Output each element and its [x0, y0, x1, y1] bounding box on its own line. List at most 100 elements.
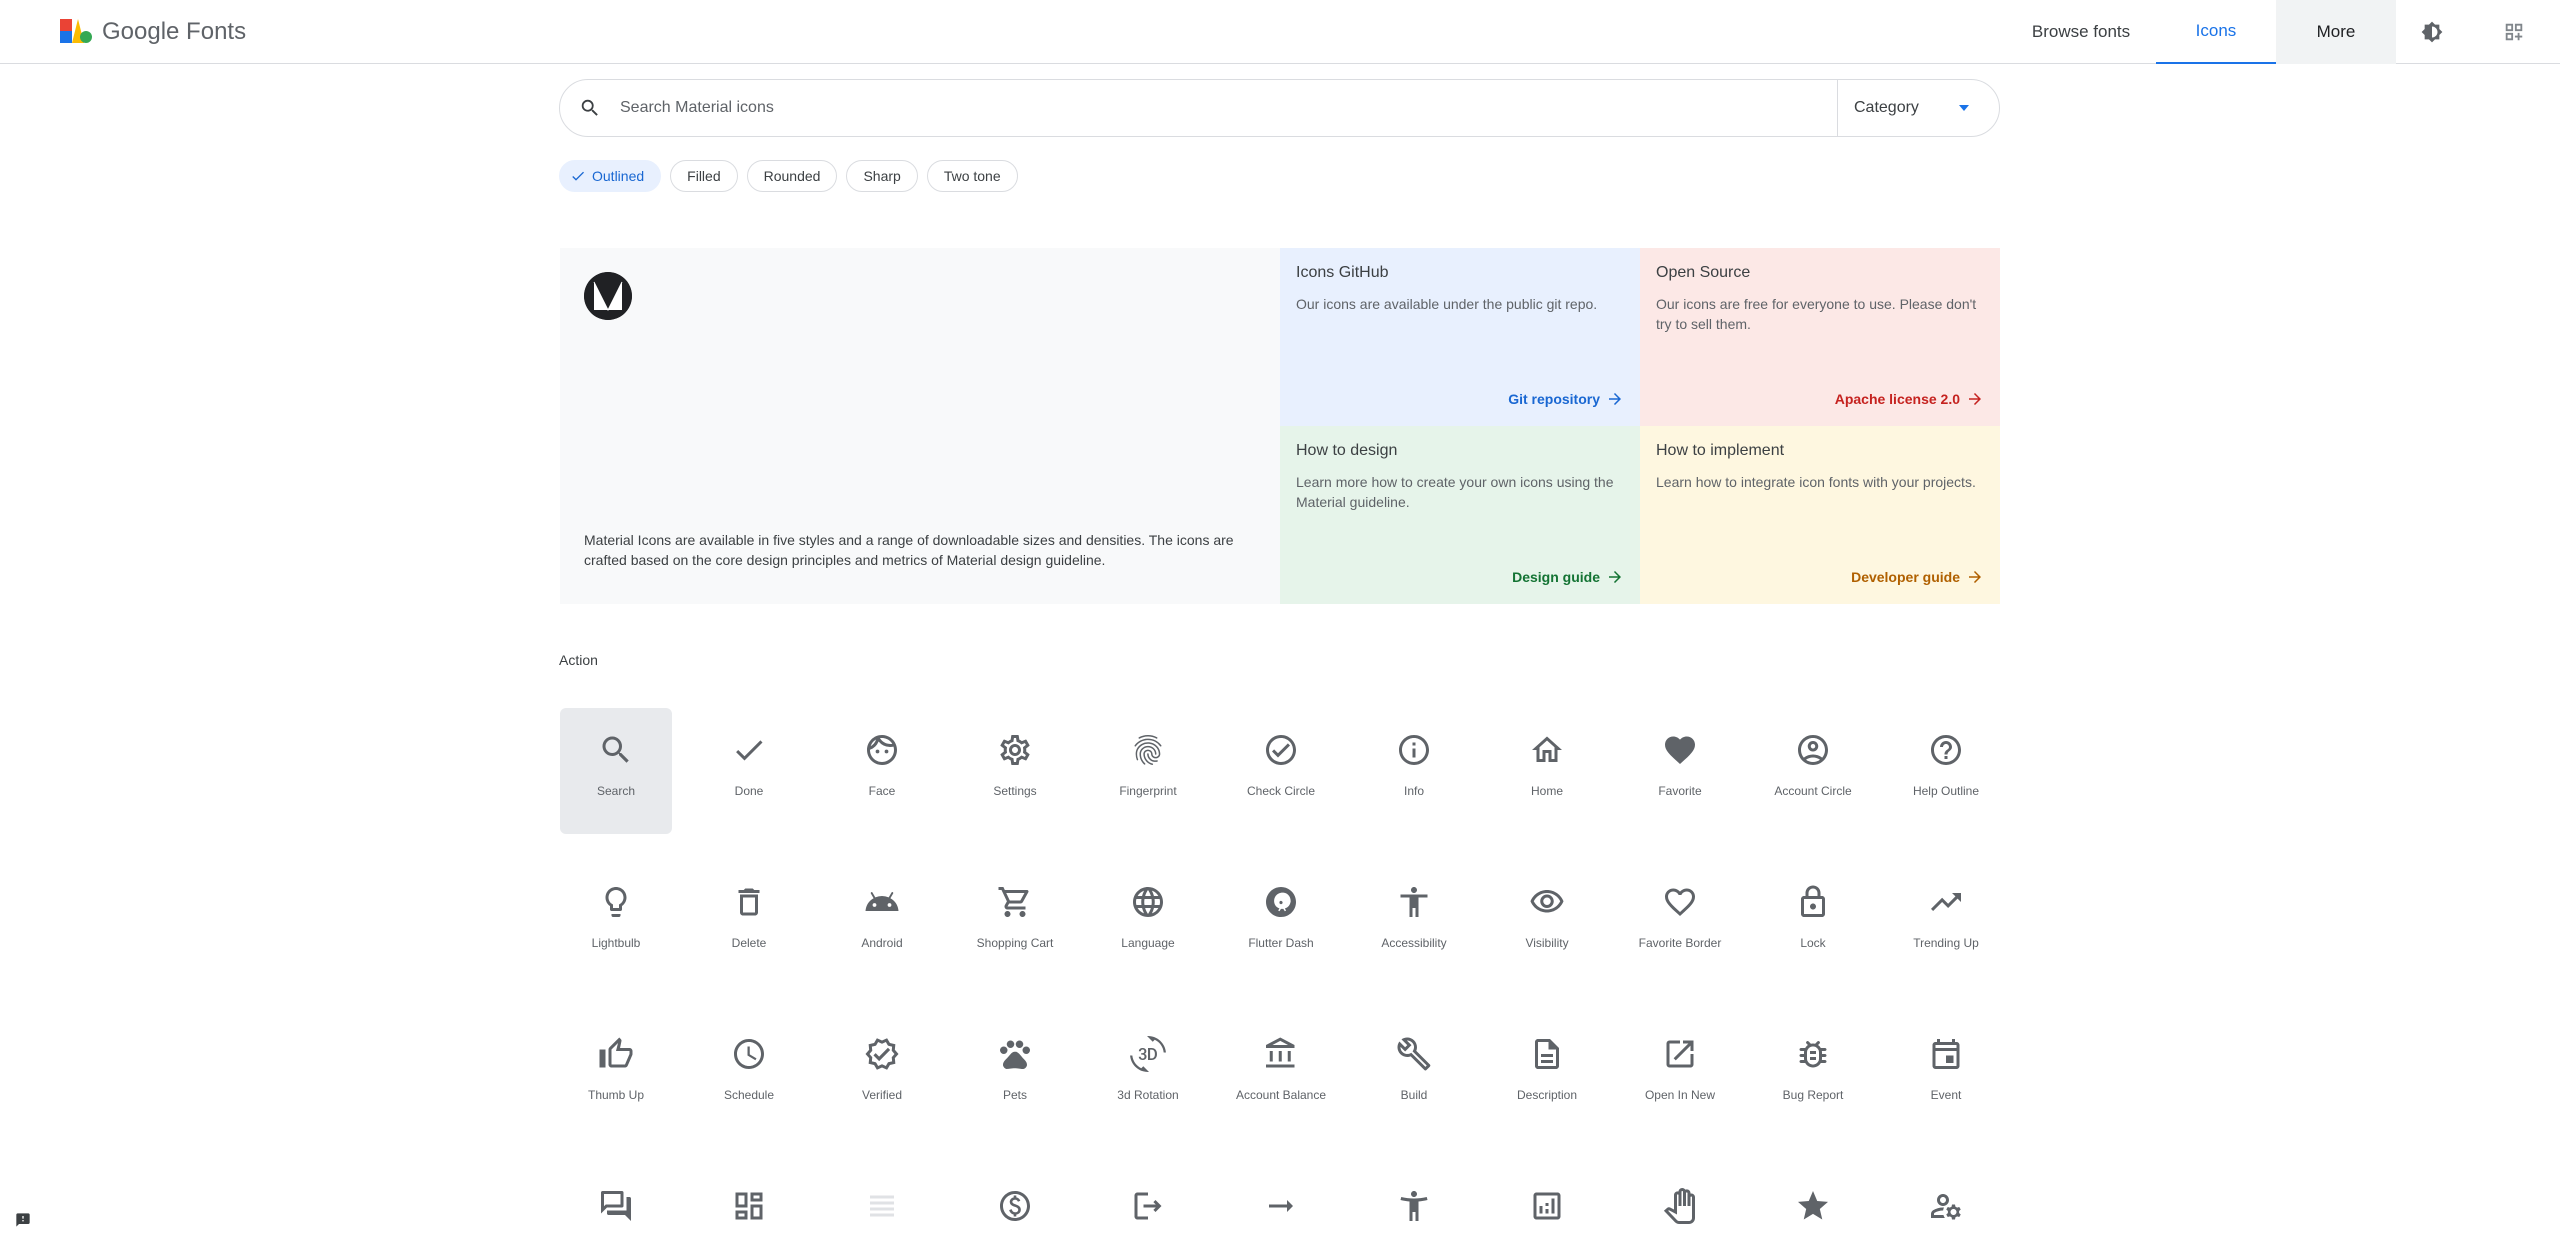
trending-up-icon — [1926, 882, 1966, 922]
icon-tile[interactable]: Fingerprint — [1092, 708, 1204, 834]
icon-tile[interactable]: Schedule — [693, 1012, 805, 1138]
chip-two-tone[interactable]: Two tone — [926, 160, 1018, 192]
icon-label: Verified — [861, 1088, 903, 1102]
icon-label: Delete — [731, 936, 767, 950]
icon-tile[interactable]: Account Balance — [1225, 1012, 1337, 1138]
google-fonts-logo[interactable]: Google Fonts — [60, 16, 246, 48]
icon-tile[interactable]: Home — [1491, 708, 1603, 834]
icon-tile[interactable]: Trending Up — [1890, 860, 2002, 986]
icon-tile[interactable]: Open In New — [1624, 1012, 1736, 1138]
icon-tile[interactable]: Flutter Dash — [1225, 860, 1337, 986]
icon-label: Thumb Up — [587, 1088, 645, 1102]
icon-tile[interactable] — [1624, 1164, 1736, 1240]
feedback-button[interactable] — [14, 1212, 32, 1228]
icon-tile[interactable]: Delete — [693, 860, 805, 986]
icon-tile[interactable] — [1225, 1164, 1337, 1240]
design-guide-link[interactable]: Design guide — [1512, 568, 1624, 586]
card-title: Open Source — [1656, 264, 1751, 281]
icon-tile[interactable] — [693, 1164, 805, 1240]
icon-tile[interactable]: Done — [693, 708, 805, 834]
chip-filled[interactable]: Filled — [670, 160, 738, 192]
icon-tile[interactable] — [959, 1164, 1071, 1240]
chip-sharp[interactable]: Sharp — [846, 160, 918, 192]
icon-tile[interactable] — [1491, 1164, 1603, 1240]
link-label: Design guide — [1512, 569, 1600, 585]
icon-tile[interactable]: Accessibility — [1358, 860, 1470, 986]
theme-toggle-button[interactable] — [2396, 0, 2468, 64]
icon-tile[interactable]: Lightbulb — [560, 860, 672, 986]
icon-label: Pets — [1002, 1088, 1027, 1102]
icon-tile[interactable]: Visibility — [1491, 860, 1603, 986]
icon-tile[interactable]: Verified — [826, 1012, 938, 1138]
accessibility-new-icon — [1394, 1186, 1434, 1226]
android-icon — [862, 882, 902, 922]
icon-tile[interactable] — [1358, 1164, 1470, 1240]
icon-tile[interactable] — [1890, 1164, 2002, 1240]
icon-tile[interactable]: Thumb Up — [560, 1012, 672, 1138]
top-nav: Browse fonts Icons More — [2006, 0, 2560, 64]
settings-icon — [995, 730, 1035, 770]
delete-icon — [729, 882, 769, 922]
help-outline-icon — [1926, 730, 1966, 770]
icon-tile[interactable]: Search — [560, 708, 672, 834]
icon-tile[interactable]: Lock — [1757, 860, 1869, 986]
paid-icon — [995, 1186, 1035, 1226]
icon-label: Schedule — [723, 1088, 775, 1102]
link-label: Developer guide — [1851, 569, 1960, 585]
link-label: Git repository — [1508, 391, 1600, 407]
icon-tile[interactable]: Bug Report — [1757, 1012, 1869, 1138]
icon-label: Flutter Dash — [1248, 936, 1314, 950]
nav-more[interactable]: More — [2276, 0, 2396, 64]
icon-label: Lock — [1800, 936, 1826, 950]
icon-tile[interactable]: Build — [1358, 1012, 1470, 1138]
icon-tile[interactable]: 3d Rotation — [1092, 1012, 1204, 1138]
icon-tile[interactable] — [560, 1164, 672, 1240]
git-repository-link[interactable]: Git repository — [1508, 390, 1624, 408]
category-select[interactable]: Category — [1837, 80, 1999, 136]
icon-tile[interactable] — [826, 1164, 938, 1240]
icon-tile[interactable]: Favorite — [1624, 708, 1736, 834]
developer-guide-link[interactable]: Developer guide — [1851, 568, 1984, 586]
icon-tile[interactable]: Language — [1092, 860, 1204, 986]
top-app-bar: Google Fonts Browse fonts Icons More — [0, 0, 2560, 64]
icon-tile[interactable]: Pets — [959, 1012, 1071, 1138]
icon-tile[interactable]: Description — [1491, 1012, 1603, 1138]
hero-banner: Material Icons are available in five sty… — [560, 248, 2000, 604]
icon-tile[interactable]: Android — [826, 860, 938, 986]
icon-label: Home — [1530, 784, 1563, 798]
dropdown-caret-icon — [1959, 105, 1969, 111]
arrow-forward-icon — [1609, 571, 1621, 583]
chip-rounded[interactable]: Rounded — [746, 160, 838, 192]
apache-license-link[interactable]: Apache license 2.0 — [1835, 390, 1984, 408]
apps-button[interactable] — [2468, 0, 2560, 64]
style-chips: Outlined Filled Rounded Sharp Two tone — [559, 160, 1018, 192]
icon-tile[interactable] — [1092, 1164, 1204, 1240]
icon-label: Face — [868, 784, 896, 798]
icon-tile[interactable]: Settings — [959, 708, 1071, 834]
icon-label: Favorite — [1658, 784, 1702, 798]
icon-label: Favorite Border — [1638, 936, 1722, 950]
icon-tile[interactable]: Shopping Cart — [959, 860, 1071, 986]
icon-tile[interactable]: Info — [1358, 708, 1470, 834]
card-title: How to design — [1296, 442, 1398, 459]
nav-browse-fonts[interactable]: Browse fonts — [2006, 0, 2156, 64]
icon-tile[interactable]: Account Circle — [1757, 708, 1869, 834]
icon-label: Search — [596, 784, 636, 798]
logout-icon — [1128, 1186, 1168, 1226]
icon-tile[interactable] — [1757, 1164, 1869, 1240]
arrow-forward-icon — [1969, 393, 1981, 405]
icon-tile[interactable]: Help Outline — [1890, 708, 2002, 834]
icon-label: Lightbulb — [591, 936, 641, 950]
face-icon — [862, 730, 902, 770]
icon-tile[interactable]: Check Circle — [1225, 708, 1337, 834]
verified-icon — [862, 1034, 902, 1074]
accessibility-icon — [1394, 882, 1434, 922]
icon-tile[interactable]: Face — [826, 708, 938, 834]
icon-tile[interactable]: Favorite Border — [1624, 860, 1736, 986]
search-input[interactable] — [620, 80, 1837, 136]
home-icon — [1527, 730, 1567, 770]
card-title: How to implement — [1656, 442, 1785, 459]
icon-tile[interactable]: Event — [1890, 1012, 2002, 1138]
chip-outlined[interactable]: Outlined — [559, 160, 662, 192]
nav-icons[interactable]: Icons — [2156, 0, 2276, 64]
